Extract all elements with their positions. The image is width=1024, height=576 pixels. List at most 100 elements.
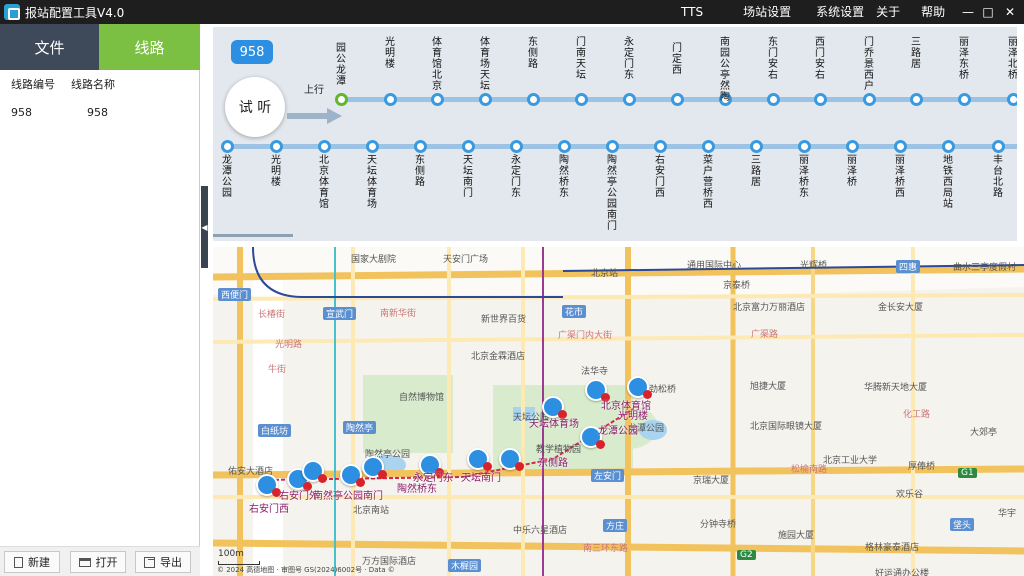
- down-stop-name: 三路居: [751, 155, 761, 188]
- map-label: 花市: [562, 305, 587, 318]
- map-label: 光辉桥: [800, 261, 828, 271]
- down-stop-marker[interactable]: [846, 140, 859, 153]
- down-stop-name: 右安门西: [655, 155, 665, 199]
- listen-button-label: 试 听: [238, 100, 272, 116]
- map-label: 华腾新天地大厦: [864, 383, 928, 393]
- bottom-toolbar: 新建 打开 导出: [0, 546, 200, 576]
- up-stop-marker[interactable]: [527, 93, 540, 106]
- up-stop-marker[interactable]: [623, 93, 636, 106]
- map-label: 白纸坊: [258, 424, 292, 437]
- down-stop-marker[interactable]: [750, 140, 763, 153]
- restore-button[interactable]: □: [977, 0, 999, 24]
- map-label: 京瑞大厦: [693, 476, 730, 486]
- map-label: 化工路: [903, 410, 931, 420]
- up-stop-name: 东侧路: [528, 37, 538, 70]
- map-label: 左安门: [591, 469, 625, 482]
- map-stop-label: 永定门东: [413, 473, 453, 484]
- up-stop-marker[interactable]: [958, 93, 971, 106]
- route-name-cell[interactable]: 958: [87, 106, 108, 119]
- map-stop-label: 天坛南门: [461, 473, 501, 484]
- route-number-badge: 958: [231, 40, 273, 64]
- up-stop-name: 丽泽北桥: [1008, 37, 1017, 81]
- map-label: 分钟寺桥: [700, 520, 737, 530]
- up-stop-marker[interactable]: [863, 93, 876, 106]
- down-stop-name: 天坛体育场: [367, 155, 377, 210]
- down-stop-marker[interactable]: [992, 140, 1005, 153]
- tab-route[interactable]: 线路: [99, 24, 200, 70]
- app-logo-icon: [4, 4, 20, 20]
- up-stop-marker[interactable]: [814, 93, 827, 106]
- down-stop-marker[interactable]: [221, 140, 234, 153]
- tab-file[interactable]: 文件: [0, 24, 99, 70]
- menu-help[interactable]: 帮助: [921, 0, 945, 24]
- up-stop-marker[interactable]: [575, 93, 588, 106]
- map-label: 长椿街: [258, 310, 286, 320]
- map-label: 华宇: [998, 509, 1017, 519]
- down-stop-name: 菜户营桥西: [703, 155, 713, 210]
- map-label: 法华寺: [581, 367, 609, 377]
- route-diagram-panel: 958 试 听 上行 园公龙潭 光明楼 体育馆北京 体育场天坛 东侧路 门南天坛 永定门东门…: [213, 27, 1017, 241]
- up-stop-marker[interactable]: [479, 93, 492, 106]
- map-label: 施园大厦: [778, 531, 815, 541]
- menu-about[interactable]: 关于: [876, 0, 900, 24]
- map-label: 旭捷大厦: [750, 382, 787, 392]
- open-button[interactable]: 打开: [70, 551, 126, 573]
- direction-arrow-icon: [287, 108, 342, 124]
- minimize-button[interactable]: —: [957, 0, 979, 24]
- down-stop-marker[interactable]: [702, 140, 715, 153]
- collapse-panel-handle[interactable]: ◀: [201, 186, 208, 268]
- menu-system-settings[interactable]: 系统设置: [816, 0, 864, 24]
- up-stop-name: 门定西: [672, 43, 682, 76]
- down-stop-marker[interactable]: [654, 140, 667, 153]
- down-stop-name: 天坛南门: [463, 155, 473, 199]
- left-panel: 文件 线路 线路编号 线路名称 958 958 新建 打开 导出: [0, 24, 200, 576]
- down-stop-marker[interactable]: [462, 140, 475, 153]
- new-file-icon: [14, 556, 23, 568]
- map-label: 北京国际眼镜大厦: [750, 422, 823, 432]
- down-stop-marker[interactable]: [510, 140, 523, 153]
- down-stop-marker[interactable]: [366, 140, 379, 153]
- new-button[interactable]: 新建: [4, 551, 60, 573]
- up-stop-marker[interactable]: [384, 93, 397, 106]
- down-stop-marker[interactable]: [798, 140, 811, 153]
- map-label: 宣武门: [323, 307, 357, 320]
- direction-marker-icon: [596, 440, 605, 449]
- up-stop-name: 光明楼: [385, 37, 395, 70]
- down-stop-marker[interactable]: [414, 140, 427, 153]
- down-stop-marker[interactable]: [318, 140, 331, 153]
- route-scrollbar[interactable]: [213, 234, 293, 237]
- up-stop-marker[interactable]: [910, 93, 923, 106]
- up-stop-marker[interactable]: [335, 93, 348, 106]
- down-stop-name: 丽泽桥东: [799, 155, 809, 199]
- down-stop-marker[interactable]: [606, 140, 619, 153]
- down-stop-marker[interactable]: [894, 140, 907, 153]
- up-stop-name: 丽泽东桥: [959, 37, 969, 81]
- up-stop-marker[interactable]: [431, 93, 444, 106]
- listen-button[interactable]: 试 听: [225, 77, 285, 137]
- map-view[interactable]: 国家大剧院 天安门广场 北京站 通用国际中心 光辉桥 四惠 曲水三亭度假村 西便门 京泰桥 北京富…: [213, 247, 1024, 576]
- map-label: 南新华街: [380, 309, 417, 319]
- direction-marker-icon: [378, 470, 387, 479]
- up-stop-marker[interactable]: [767, 93, 780, 106]
- up-stop-name: 南园公亭然陶: [720, 37, 730, 103]
- close-button[interactable]: ✕: [999, 0, 1021, 24]
- menu-station-settings[interactable]: 场站设置: [743, 0, 791, 24]
- map-label: 北京富力万丽酒店: [733, 303, 806, 313]
- route-number-cell[interactable]: 958: [11, 106, 32, 119]
- map-label: 曲水三亭度假村: [953, 263, 1017, 273]
- menu-tts[interactable]: TTS: [681, 0, 703, 24]
- map-copyright: © 2024 高德地图 · 审图号 GS(2024)6002号 · Data ©: [217, 566, 395, 574]
- down-stop-marker[interactable]: [270, 140, 283, 153]
- down-stop-marker[interactable]: [558, 140, 571, 153]
- map-label: 中乐六星酒店: [513, 526, 568, 536]
- up-stop-marker[interactable]: [671, 93, 684, 106]
- map-label: 金长安大厦: [878, 303, 924, 313]
- export-button[interactable]: 导出: [135, 551, 191, 573]
- up-stop-name: 门南天坛: [576, 37, 586, 81]
- map-label: 牛街: [268, 365, 287, 375]
- up-stop-marker[interactable]: [1007, 93, 1017, 106]
- down-stop-marker[interactable]: [942, 140, 955, 153]
- map-label: 北京站: [591, 269, 619, 279]
- down-stop-name: 北京体育馆: [319, 155, 329, 210]
- map-label: 西便门: [218, 288, 252, 301]
